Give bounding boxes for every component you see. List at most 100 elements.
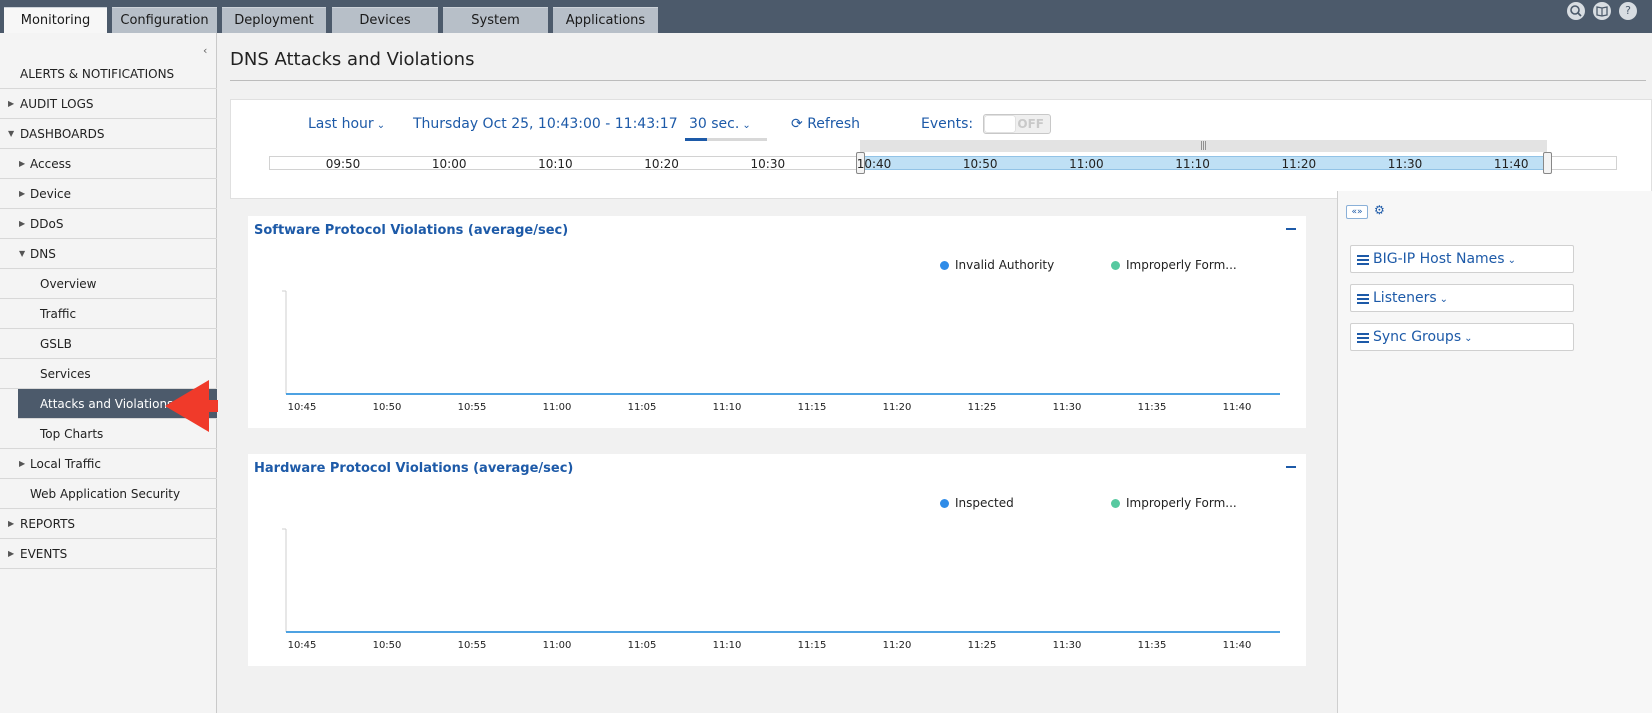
sidebar-item-events[interactable]: ▶ EVENTS: [0, 539, 217, 569]
interval-indicator: [685, 138, 767, 141]
grip-icon: |||: [1200, 141, 1207, 151]
filter-panel: «» ⚙ BIG-IP Host Names ⌄ Listeners ⌄ Sync G…: [1337, 191, 1652, 713]
x-tick-label: 10:45: [288, 402, 317, 413]
events-label: Events:: [921, 116, 974, 132]
x-tick-label: 11:15: [798, 640, 827, 651]
timeline-tick-label: 10:40: [856, 157, 892, 171]
timeline-tick-label: 10:20: [644, 157, 679, 171]
x-tick-label: 11:30: [1053, 402, 1082, 413]
filter-bigip-host-names[interactable]: BIG-IP Host Names ⌄: [1350, 245, 1574, 273]
x-tick-label: 11:00: [543, 640, 572, 651]
timeline-tick-label: 10:10: [538, 157, 573, 171]
book-icon[interactable]: [1593, 2, 1611, 20]
expand-arrow-icon: ▶: [8, 99, 15, 108]
x-tick-label: 10:55: [458, 640, 487, 651]
timeline-tick-label: 11:00: [1069, 157, 1104, 171]
timeline-tick-label: 09:50: [325, 157, 361, 171]
sidebar-item-traffic[interactable]: Traffic: [0, 299, 217, 329]
chevron-down-icon: ⌄: [1464, 333, 1473, 344]
filter-sync-groups[interactable]: Sync Groups ⌄: [1350, 323, 1574, 351]
x-tick-label: 11:15: [798, 402, 827, 413]
expand-arrow-icon: ▶: [19, 189, 26, 198]
tab-devices[interactable]: Devices: [332, 7, 438, 33]
expand-arrow-icon: ▶: [19, 219, 26, 228]
collapse-arrow-icon: ▼: [19, 249, 26, 258]
sidebar-item-dns[interactable]: ▼ DNS: [0, 239, 217, 269]
x-tick-label: 10:50: [373, 402, 402, 413]
time-range-dropdown[interactable]: Last hour ⌄: [308, 116, 385, 132]
timeline-tick-label: 11:40: [1493, 157, 1529, 171]
x-tick-label: 11:25: [968, 640, 997, 651]
expand-arrow-icon: ▶: [19, 159, 26, 168]
main-content: DNS Attacks and Violations Last hour ⌄ Th…: [218, 33, 1652, 713]
sidebar-item-overview[interactable]: Overview: [0, 269, 217, 299]
refresh-button[interactable]: ⟳ Refresh: [791, 116, 860, 132]
expand-arrow-icon: ▶: [19, 459, 26, 468]
sidebar-item-ddos[interactable]: ▶ DDoS: [0, 209, 217, 239]
x-tick-label: 10:50: [373, 640, 402, 651]
tab-applications[interactable]: Applications: [553, 7, 658, 33]
x-tick-label: 11:05: [628, 640, 657, 651]
x-tick-label: 11:20: [883, 402, 912, 413]
sidebar-item-access[interactable]: ▶ Access: [0, 149, 217, 179]
top-navigation-bar: Monitoring Configuration Deployment Devi…: [0, 0, 1652, 33]
help-icon[interactable]: ?: [1619, 2, 1637, 20]
sidebar-item-local-traffic[interactable]: ▶ Local Traffic: [0, 449, 217, 479]
tab-monitoring[interactable]: Monitoring: [4, 7, 107, 33]
page-title: DNS Attacks and Violations: [230, 49, 475, 70]
sidebar-item-reports[interactable]: ▶ REPORTS: [0, 509, 217, 539]
search-icon[interactable]: [1567, 2, 1585, 20]
sidebar-item-web-app-security[interactable]: Web Application Security: [0, 479, 217, 509]
timeline-tick-label: 11:20: [1281, 157, 1317, 171]
hardware-violations-chart: Hardware Protocol Violations (average/se…: [248, 454, 1306, 666]
x-tick-label: 11:10: [713, 640, 742, 651]
timeline-tick-label: 10:30: [750, 157, 786, 171]
sidebar-item-audit-logs[interactable]: ▶ AUDIT LOGS: [0, 89, 217, 119]
timeline-scrollbar[interactable]: |||: [860, 140, 1547, 152]
timeline-tick-label: 11:10: [1175, 157, 1210, 171]
gear-icon[interactable]: ⚙: [1374, 203, 1385, 217]
collapse-sidebar-icon[interactable]: ‹: [203, 44, 207, 57]
x-tick-label: 11:25: [968, 402, 997, 413]
refresh-icon: ⟳: [791, 116, 803, 132]
menu-icon: [1357, 333, 1369, 343]
menu-icon: [1357, 294, 1369, 304]
chevron-down-icon: ⌄: [1439, 294, 1449, 305]
x-tick-label: 10:55: [458, 402, 487, 413]
tab-system[interactable]: System: [443, 7, 548, 33]
menu-icon: [1357, 255, 1369, 265]
sidebar: ‹ ALERTS & NOTIFICATIONS ▶ AUDIT LOGS ▼ DA…: [0, 33, 217, 713]
chevron-down-icon: ⌄: [376, 120, 386, 131]
time-range-panel: Last hour ⌄ Thursday Oct 25, 10:43:00 - 1…: [230, 99, 1652, 199]
events-toggle[interactable]: OFF: [983, 114, 1051, 134]
x-tick-label: 11:30: [1053, 640, 1082, 651]
chevron-down-icon: ⌄: [1507, 255, 1516, 266]
x-tick-label: 11:00: [543, 402, 572, 413]
sidebar-item-alerts-notifications[interactable]: ALERTS & NOTIFICATIONS: [0, 59, 217, 89]
x-tick-label: 11:35: [1138, 640, 1167, 651]
timeline-tick-label: 10:50: [962, 157, 998, 171]
chevron-down-icon: ⌄: [742, 120, 751, 131]
sidebar-item-dashboards[interactable]: ▼ DASHBOARDS: [0, 119, 217, 149]
tab-configuration[interactable]: Configuration: [112, 7, 217, 33]
interval-dropdown[interactable]: 30 sec. ⌄: [689, 116, 751, 132]
software-violations-chart: Software Protocol Violations (average/se…: [248, 216, 1306, 428]
x-tick-label: 11:35: [1138, 402, 1167, 413]
sidebar-item-gslb[interactable]: GSLB: [0, 329, 217, 359]
x-tick-label: 11:40: [1223, 640, 1252, 651]
x-tick-label: 11:10: [713, 402, 742, 413]
chart-plot: 10:45 10:50 10:55 11:00 11:05 11:10 11:15 11:20…: [282, 290, 1280, 413]
collapse-expand-icon[interactable]: «»: [1346, 205, 1368, 219]
timeline-tick-label: 11:30: [1387, 157, 1423, 171]
tab-deployment[interactable]: Deployment: [222, 7, 326, 33]
expand-arrow-icon: ▶: [8, 519, 15, 528]
timeline-right-handle[interactable]: [1543, 152, 1552, 174]
chart-plot: 10:45 10:50 10:55 11:00 11:05 11:10 11:15 11:20…: [282, 528, 1280, 651]
date-range-display[interactable]: Thursday Oct 25, 10:43:00 - 11:43:17: [413, 116, 678, 132]
x-tick-label: 10:45: [288, 640, 317, 651]
sidebar-item-device[interactable]: ▶ Device: [0, 179, 217, 209]
collapse-arrow-icon: ▼: [8, 129, 15, 138]
filter-listeners[interactable]: Listeners ⌄: [1350, 284, 1574, 312]
timeline-tick-label: 10:00: [431, 157, 467, 171]
expand-arrow-icon: ▶: [8, 549, 15, 558]
